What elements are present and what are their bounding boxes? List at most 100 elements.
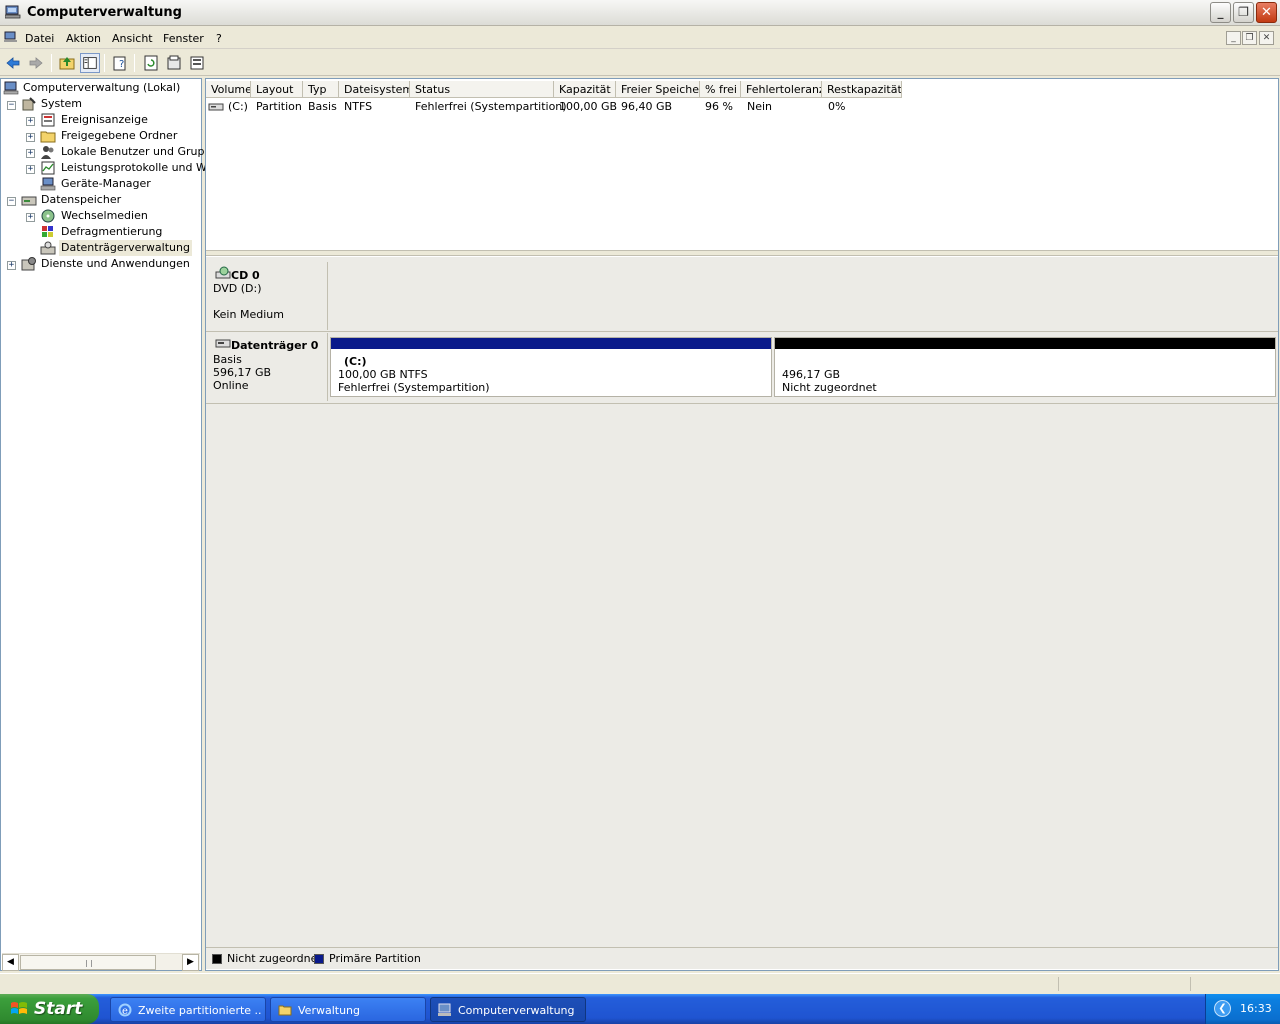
status-bar <box>0 973 1280 993</box>
partition-unallocated[interactable]: 496,17 GB Nicht zugeordnet <box>774 337 1276 397</box>
taskbar-item-computerverwaltung[interactable]: Computerverwaltung <box>430 997 586 1022</box>
shared-folder-icon <box>40 131 56 143</box>
taskbar-item-browser[interactable]: e Zweite partitionierte ... <box>110 997 266 1022</box>
menu-datei[interactable]: Datei <box>25 32 54 45</box>
menu-ansicht[interactable]: Ansicht <box>112 32 153 45</box>
expand-icon[interactable]: + <box>26 165 35 174</box>
cell-status: Fehlerfrei (Systempartition) <box>415 100 567 113</box>
taskbar-item-verwaltung[interactable]: Verwaltung <box>270 997 426 1022</box>
expand-icon[interactable]: + <box>26 117 35 126</box>
taskbar-item-label: Zweite partitionierte ... <box>138 1004 262 1017</box>
column-header-dateisystem[interactable]: Dateisystem <box>339 81 410 98</box>
legend: Nicht zugeordnet Primäre Partition <box>206 947 1278 969</box>
expand-icon[interactable]: + <box>26 133 35 142</box>
column-header-prozent-frei[interactable]: % frei <box>700 81 741 98</box>
up-level-icon[interactable] <box>57 53 77 73</box>
disk-graphical-view: CD 0 DVD (D:) Kein Medium Datenträger 0 … <box>206 257 1278 947</box>
start-label: Start <box>34 999 83 1019</box>
cell-typ: Basis <box>308 100 337 113</box>
row-divider <box>206 331 1278 332</box>
column-header-typ[interactable]: Typ <box>303 81 339 98</box>
mdi-restore-button[interactable]: ❐ <box>1242 31 1257 45</box>
forward-icon[interactable] <box>26 53 46 73</box>
start-button[interactable]: Start <box>0 994 99 1024</box>
title-bar: Computerverwaltung _ ❐ ✕ <box>0 0 1280 26</box>
removable-media-icon <box>41 209 55 223</box>
collapse-icon[interactable]: − <box>7 101 16 110</box>
expand-icon[interactable]: + <box>26 213 35 222</box>
expand-icon[interactable]: + <box>7 261 16 270</box>
tree-label: Datenträgerverwaltung <box>59 240 192 256</box>
toolbar: ? <box>0 50 1280 76</box>
partition-c[interactable]: (C:) 100,00 GB NTFS Fehlerfrei (Systempa… <box>330 337 772 397</box>
partition-color-bar <box>331 338 771 349</box>
show-hidden-icons-icon[interactable]: ❮ <box>1214 1000 1231 1017</box>
column-header-volume[interactable]: Volume <box>206 81 251 98</box>
back-icon[interactable] <box>3 53 23 73</box>
disk-management-icon <box>40 241 56 255</box>
window-title: Computerverwaltung <box>27 5 182 20</box>
column-header-kapazitaet[interactable]: Kapazität <box>554 81 616 98</box>
disk-label-cd0[interactable]: CD 0 DVD (D:) Kein Medium <box>206 262 328 330</box>
partition-size: 100,00 GB NTFS <box>338 368 428 381</box>
tools-icon <box>22 97 36 111</box>
properties-help-icon[interactable]: ? <box>110 53 130 73</box>
system-tray: ❮ 16:33 <box>1205 994 1280 1024</box>
export-list-icon[interactable] <box>164 53 184 73</box>
tree-label: Wechselmedien <box>61 209 148 222</box>
disk-label-disk0[interactable]: Datenträger 0 Basis 596,17 GB Online <box>206 333 328 401</box>
cell-freier-speicher: 96,40 GB <box>621 100 673 113</box>
cell-kapazitaet: 100,00 GB <box>559 100 618 113</box>
menu-fenster[interactable]: Fenster <box>163 32 204 45</box>
refresh-icon[interactable] <box>141 53 161 73</box>
legend-label-primary: Primäre Partition <box>329 952 421 965</box>
show-hide-tree-icon[interactable] <box>80 53 100 73</box>
cell-layout: Partition <box>256 100 302 113</box>
toolbar-separator <box>134 54 135 72</box>
column-header-fehlertoleranz[interactable]: Fehlertoleranz <box>741 81 822 98</box>
svg-text:?: ? <box>119 59 124 70</box>
tree-label: Computerverwaltung (Lokal) <box>23 81 181 94</box>
clock[interactable]: 16:33 <box>1240 1002 1272 1015</box>
column-header-freier-speicher[interactable]: Freier Speicher <box>616 81 700 98</box>
menu-help[interactable]: ? <box>216 32 222 45</box>
scroll-left-icon[interactable]: ◀ <box>2 954 19 971</box>
menu-aktion[interactable]: Aktion <box>66 32 101 45</box>
close-button[interactable]: ✕ <box>1256 2 1277 23</box>
device-manager-icon <box>40 177 56 191</box>
pane-splitter[interactable] <box>206 250 1278 256</box>
performance-icon <box>41 161 55 175</box>
status-segment <box>1058 977 1190 991</box>
computer-icon <box>438 1003 451 1016</box>
tree-label: Ereignisanzeige <box>61 113 148 126</box>
column-header-restkapazitaet[interactable]: Restkapazität <box>822 81 902 98</box>
folder-icon <box>278 1005 292 1016</box>
services-icon <box>21 257 36 271</box>
mdi-close-button[interactable]: ✕ <box>1259 31 1274 45</box>
collapse-icon[interactable]: − <box>7 197 16 206</box>
taskbar-item-label: Verwaltung <box>298 1004 360 1017</box>
tree-label: Lokale Benutzer und Gruppen <box>61 145 226 158</box>
minimize-icon: _ <box>1217 5 1224 19</box>
disk-name: CD 0 <box>231 269 260 282</box>
expand-icon[interactable]: + <box>26 149 35 158</box>
users-icon <box>41 146 54 159</box>
disk-name: Datenträger 0 <box>231 339 319 352</box>
restore-button[interactable]: ❐ <box>1233 2 1254 23</box>
column-header-layout[interactable]: Layout <box>251 81 303 98</box>
tree-horizontal-scrollbar[interactable]: ◀ ▶ <box>2 953 200 971</box>
menu-bar: Datei Aktion Ansicht Fenster ? _ ❐ ✕ <box>0 27 1280 49</box>
taskbar: Start e Zweite partitionierte ... Verwal… <box>0 994 1280 1024</box>
internet-explorer-icon: e <box>118 1003 132 1017</box>
mdi-minimize-button[interactable]: _ <box>1226 31 1241 45</box>
column-header-status[interactable]: Status <box>410 81 554 98</box>
volume-row[interactable]: (C:) Partition Basis NTFS Fehlerfrei (Sy… <box>206 99 1278 115</box>
cell-prozent-frei: 96 % <box>705 100 733 113</box>
drive-icon <box>208 103 224 111</box>
settings-icon[interactable] <box>187 53 207 73</box>
tree-label: System <box>41 97 83 110</box>
scrollbar-thumb[interactable] <box>20 955 156 970</box>
minimize-button[interactable]: _ <box>1210 2 1231 23</box>
volume-list-header: Volume Layout Typ Dateisystem Status Kap… <box>206 81 1278 98</box>
scroll-right-icon[interactable]: ▶ <box>182 954 199 971</box>
